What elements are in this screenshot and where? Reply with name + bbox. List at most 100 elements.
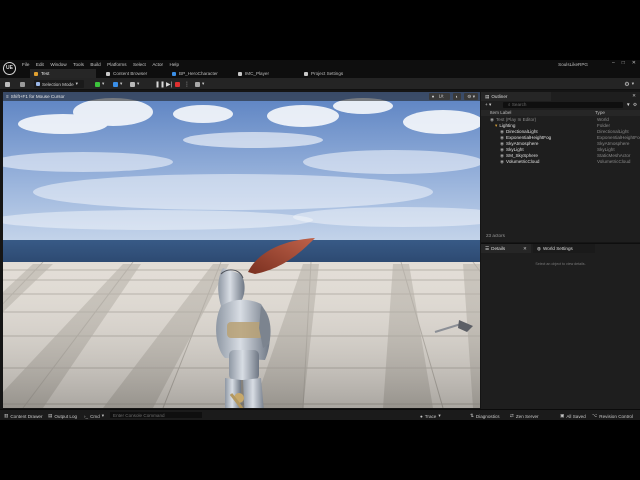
- search-icon: ⌕: [508, 102, 511, 107]
- platforms-button[interactable]: ▾: [195, 80, 204, 88]
- cinematics-button[interactable]: ▾: [130, 80, 139, 88]
- console-command-input[interactable]: Enter Console Command: [110, 412, 202, 418]
- world-settings-tab[interactable]: ◍ World Settings: [533, 244, 595, 253]
- close-icon[interactable]: ✕: [632, 93, 636, 99]
- game-scene[interactable]: [3, 92, 480, 408]
- details-panel: ☰ Details ✕ ◍ World Settings Select an o…: [481, 243, 640, 409]
- chevron-down-icon: ▾: [102, 81, 105, 86]
- platforms-icon: [195, 81, 200, 87]
- tab-imc-player[interactable]: IMC_Player: [234, 69, 296, 78]
- outliner-search-input[interactable]: ⌕ Search: [503, 102, 623, 108]
- selection-mode-dropdown[interactable]: Selection Mode ▾: [34, 80, 84, 88]
- minimize-icon[interactable]: –: [612, 60, 615, 66]
- level-icon: [34, 71, 38, 76]
- server-icon: ⇄: [510, 413, 514, 418]
- chevron-down-icon: ▾: [101, 413, 105, 418]
- revision-control-button[interactable]: ⌥ Revision Control: [592, 413, 633, 419]
- more-options-icon: ⋮: [184, 81, 190, 88]
- view-mode-button[interactable]: ● Lit: [428, 93, 450, 100]
- tab-label: BP_HeroCharacter: [179, 71, 218, 76]
- tab-label: Test: [41, 71, 50, 76]
- settings-gear-icon[interactable]: ⚙: [633, 102, 637, 108]
- menu-bar: File Edit Window Tools Build Platforms Select A…: [0, 60, 640, 68]
- globe-icon: ◍: [537, 245, 542, 251]
- add-filter-button[interactable]: + ▾: [485, 102, 491, 108]
- document-tabs: Test Content Browser BP_HeroCharacter IM…: [0, 68, 640, 78]
- menu-build[interactable]: Build: [90, 62, 100, 67]
- close-icon[interactable]: ✕: [523, 246, 527, 252]
- menu-actor[interactable]: Actor: [152, 62, 163, 67]
- menu-edit[interactable]: Edit: [36, 62, 44, 67]
- menu-file[interactable]: File: [22, 62, 29, 67]
- col-type[interactable]: Type: [595, 110, 605, 116]
- chevron-down-icon: ▾: [75, 81, 78, 86]
- all-saved-button[interactable]: ▣ All Saved: [560, 413, 586, 419]
- all-saved-label: All Saved: [566, 413, 586, 419]
- diagnostics-icon: ⇅: [470, 413, 474, 418]
- pause-icon: ❚❚: [155, 81, 166, 88]
- revision-icon: ⌥: [592, 413, 598, 418]
- terminal-icon: ›_: [84, 413, 89, 419]
- stop-button[interactable]: [175, 80, 180, 88]
- step-icon: ▶|: [166, 81, 173, 88]
- trace-button[interactable]: ● Trace ▾: [420, 413, 441, 419]
- viewport-settings-button[interactable]: ⚙ ▾: [464, 93, 478, 100]
- outliner-row[interactable]: ◉ VolumetricCloud VolumetricCloud: [481, 159, 640, 165]
- project-name: SoulsLikeRPG: [558, 61, 588, 67]
- tab-project-settings[interactable]: Project Settings: [300, 69, 366, 78]
- col-item-label[interactable]: Item Label: [490, 110, 511, 116]
- outliner-item-type: VolumetricCloud: [597, 159, 631, 164]
- settings-icon: [304, 71, 308, 76]
- tab-bp-herocharacter[interactable]: BP_HeroCharacter: [168, 69, 234, 78]
- menu-help[interactable]: Help: [170, 62, 179, 67]
- menu-platforms[interactable]: Platforms: [107, 62, 126, 67]
- level-viewport[interactable]: ≡ Shift+F1 for Mouse Cursor ● Lit ◐ ⚙ ▾: [3, 92, 480, 408]
- viewport-menu-icon[interactable]: ≡: [6, 94, 9, 99]
- settings-button[interactable]: ⚙ ▾: [624, 80, 634, 88]
- outliner-item-label: VolumetricCloud: [506, 159, 540, 164]
- cmd-dropdown[interactable]: ›_ Cmd ▾: [84, 413, 104, 419]
- content-icon: [20, 81, 25, 87]
- trace-icon: ●: [420, 413, 423, 419]
- details-icon: ☰: [485, 245, 490, 251]
- menu-window[interactable]: Window: [50, 62, 66, 67]
- stop-icon: [175, 81, 180, 87]
- revision-control-label: Revision Control: [599, 413, 633, 419]
- outliner-tab[interactable]: ▤ Outliner: [481, 92, 551, 101]
- tab-label: Content Browser: [113, 71, 148, 76]
- world-settings-title: World Settings: [543, 246, 573, 251]
- save-icon: ▣: [560, 413, 565, 418]
- play-options-button[interactable]: ⋮: [184, 80, 190, 88]
- content-drawer-button[interactable]: ▥ Content Drawer: [4, 413, 43, 419]
- chevron-down-icon: ▾: [631, 81, 634, 86]
- pause-button[interactable]: ❚❚: [155, 80, 165, 88]
- tab-content-browser[interactable]: Content Browser: [102, 69, 168, 78]
- add-content-button[interactable]: ▾: [95, 80, 104, 88]
- menu-select[interactable]: Select: [133, 62, 146, 67]
- output-log-label: Output Log: [54, 413, 78, 419]
- blueprints-button[interactable]: ▾: [113, 80, 122, 88]
- search-placeholder: Search: [511, 102, 527, 107]
- browse-button[interactable]: [20, 80, 25, 88]
- ocean: [3, 240, 480, 262]
- menu-tools[interactable]: Tools: [73, 62, 84, 67]
- show-flags-button[interactable]: ◐: [452, 93, 462, 100]
- details-title: Details: [491, 246, 506, 251]
- tab-test[interactable]: Test: [30, 69, 96, 78]
- save-icon: [5, 81, 10, 87]
- details-empty-message: Select an object to view details.: [535, 262, 586, 266]
- maximize-icon[interactable]: □: [622, 60, 625, 66]
- diagnostics-button[interactable]: ⇅ Diagnostics: [470, 413, 500, 419]
- viewport-options: ● Lit ◐ ⚙ ▾: [428, 93, 478, 100]
- close-icon[interactable]: ✕: [632, 60, 636, 66]
- viewport-toolbar: ≡ Shift+F1 for Mouse Cursor ● Lit ◐ ⚙ ▾: [3, 92, 480, 101]
- step-button[interactable]: ▶|: [166, 80, 172, 88]
- tab-label: IMC_Player: [245, 71, 269, 76]
- chevron-down-icon: ▾: [137, 81, 140, 86]
- save-button[interactable]: [5, 80, 10, 88]
- output-log-button[interactable]: ▤ Output Log: [48, 413, 77, 419]
- unreal-logo-icon[interactable]: UE: [3, 62, 16, 75]
- zen-server-button[interactable]: ⇄ Zen Server: [510, 413, 539, 419]
- outliner-header: Item Label Type: [481, 110, 640, 116]
- filter-icon[interactable]: ▼: [626, 102, 631, 107]
